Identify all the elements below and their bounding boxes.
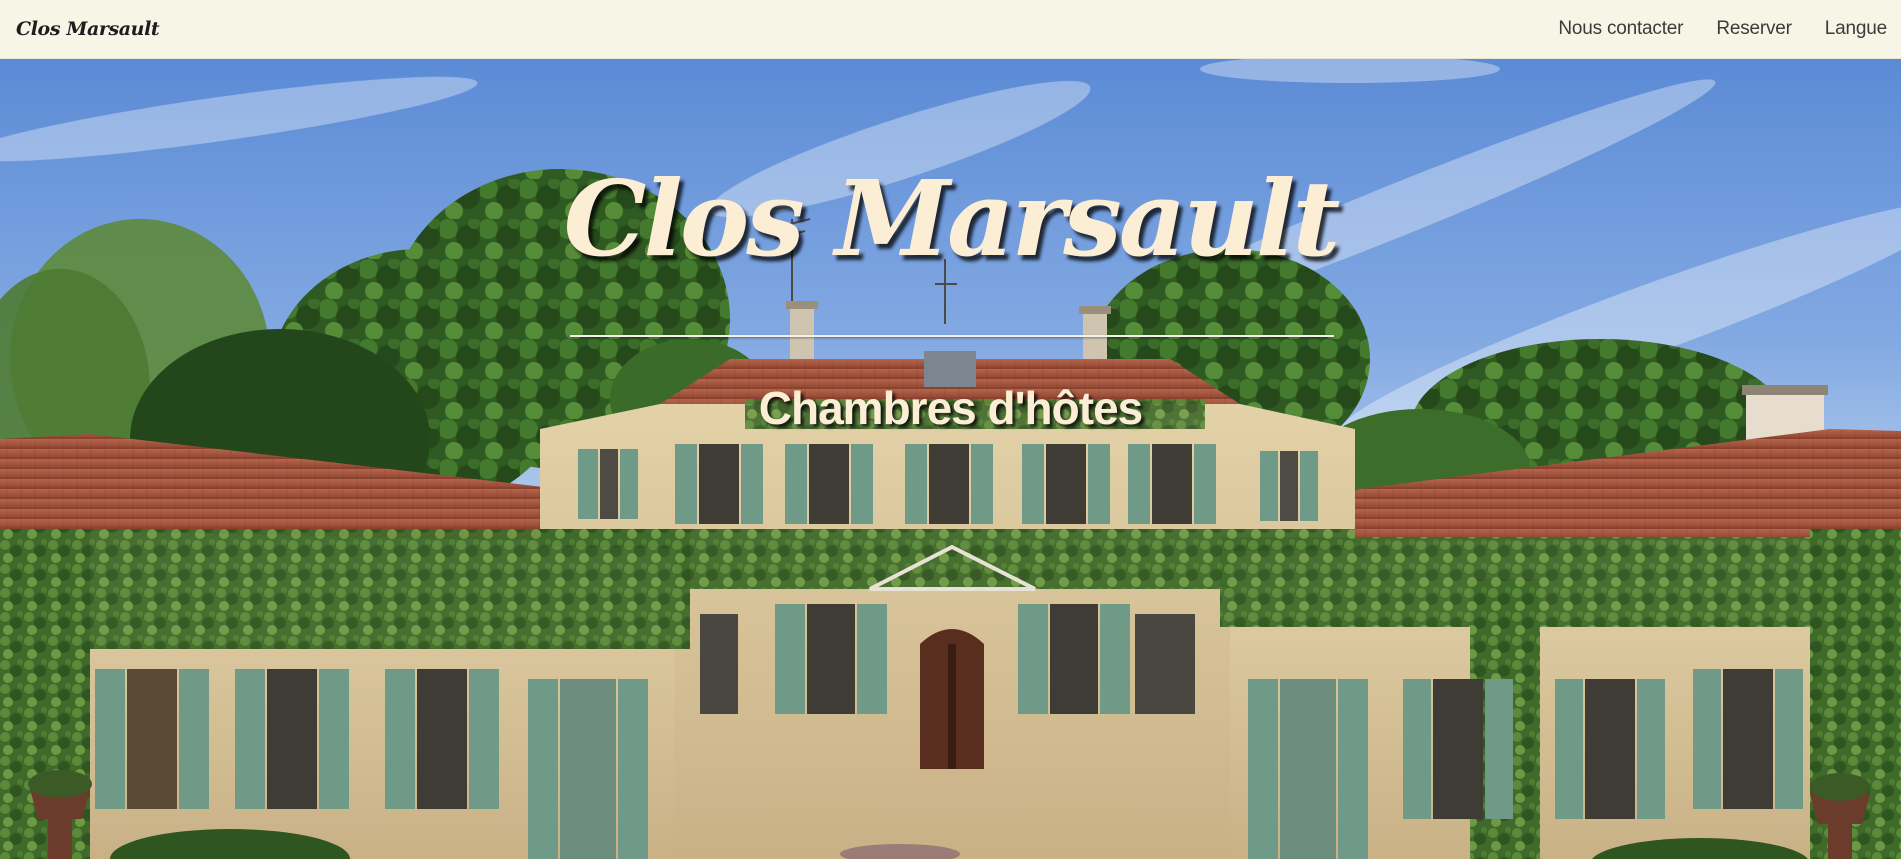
hero-title: Clos Marsault xyxy=(563,157,1341,280)
hero-section: Clos Marsault Chambres d'hôtes xyxy=(0,59,1901,859)
hero-subtitle: Chambres d'hôtes xyxy=(758,382,1143,434)
nav-links: Nous contacter Reserver Langue xyxy=(1558,18,1887,40)
nav-link-reserve[interactable]: Reserver xyxy=(1716,18,1792,40)
hero-divider xyxy=(570,335,1334,337)
top-navbar: Clos Marsault Nous contacter Reserver La… xyxy=(0,0,1901,59)
brand-logo-link[interactable]: Clos Marsault xyxy=(16,18,160,40)
nav-link-contact[interactable]: Nous contacter xyxy=(1558,18,1683,40)
nav-link-language[interactable]: Langue xyxy=(1825,18,1887,40)
